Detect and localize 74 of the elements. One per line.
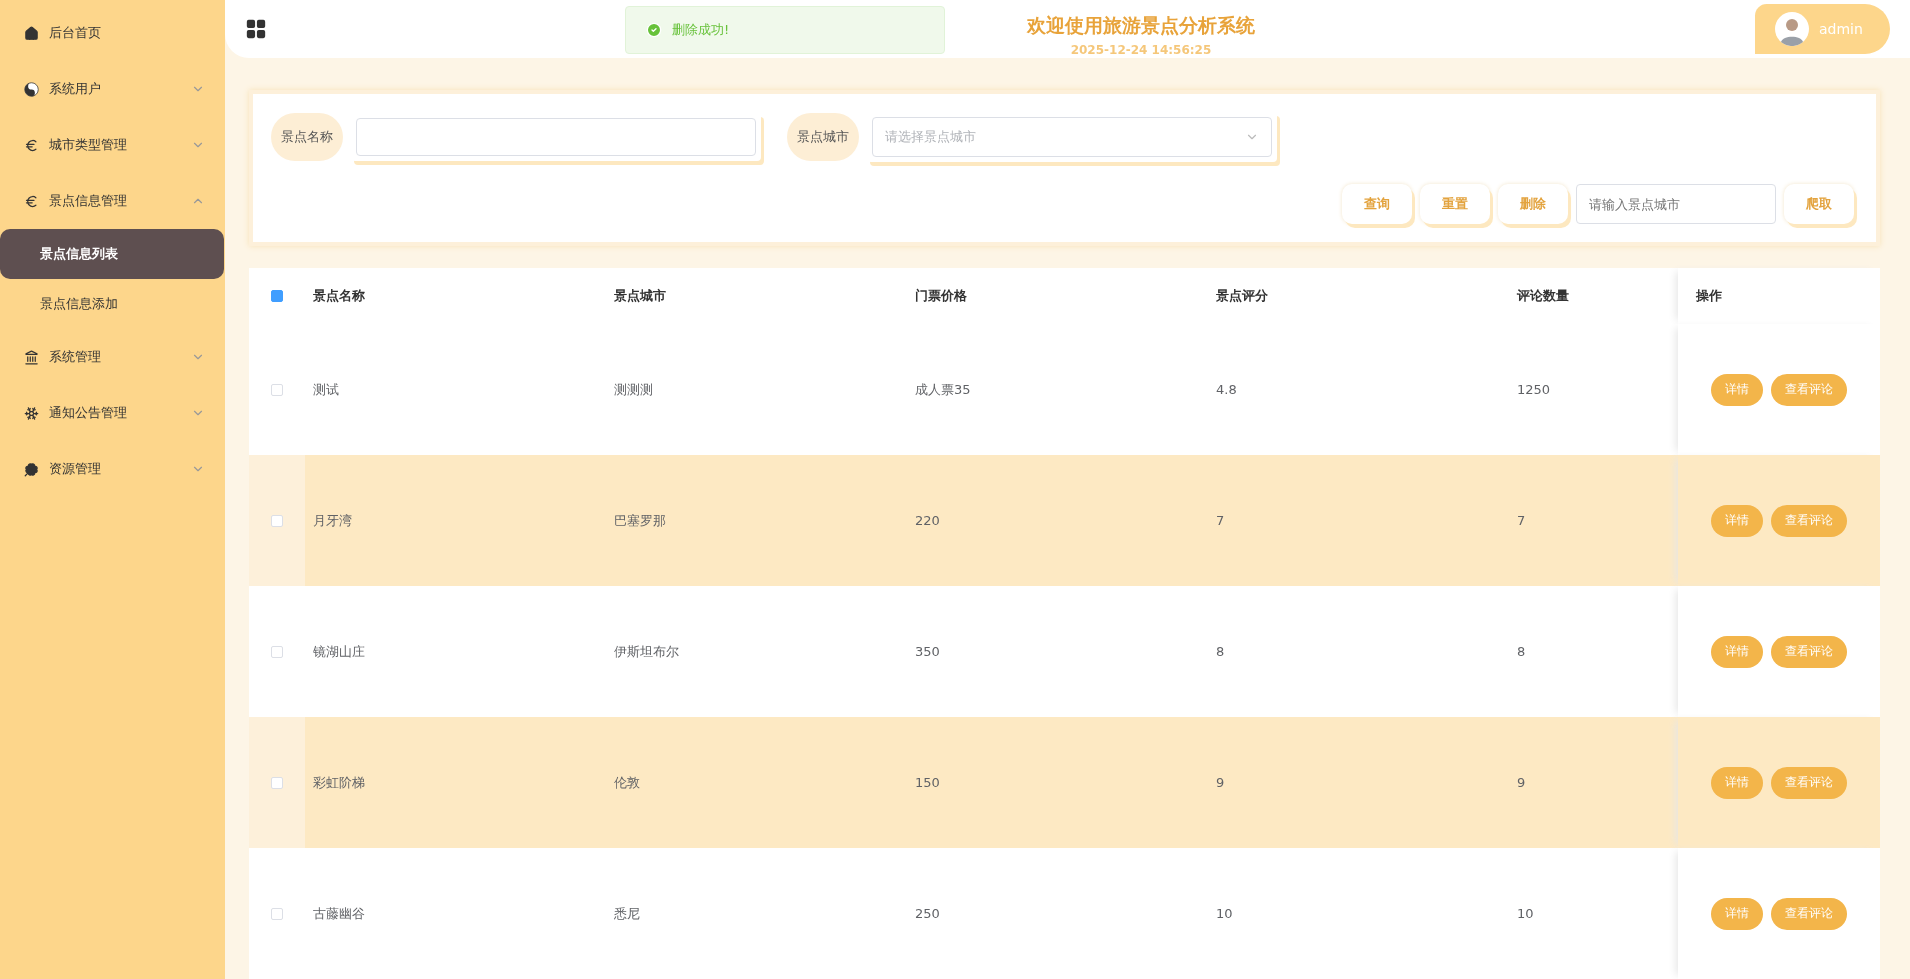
comments-button[interactable]: 查看评论 [1771, 373, 1847, 406]
table-cell-text: 伊斯坦布尔 [613, 642, 680, 661]
sidebar-item[interactable]: 资源管理 [0, 441, 225, 497]
sidebar-item[interactable]: 城市类型管理 [0, 117, 225, 173]
yin-yang-icon [24, 81, 39, 97]
sidebar-item[interactable]: 系统用户 [0, 61, 225, 117]
table-cell-text: 镜湖山庄 [312, 642, 366, 661]
table-cell-text: 350 [914, 644, 941, 659]
row-checkbox[interactable] [271, 907, 283, 920]
details-button[interactable]: 详情 [1711, 766, 1763, 799]
sidebar-subitem[interactable]: 景点信息添加 [0, 279, 224, 329]
details-button[interactable]: 详情 [1711, 897, 1763, 930]
row-checkbox[interactable] [271, 514, 283, 527]
row-checkbox[interactable] [271, 776, 283, 789]
table-cell-text: 220 [914, 513, 941, 528]
table-cell-text: 伦敦 [613, 773, 641, 792]
sidebar-item[interactable]: 通知公告管理 [0, 385, 225, 441]
table-cell-text: 8 [1516, 644, 1527, 659]
page-title: 欢迎使用旅游景点分析系统 [1027, 13, 1255, 38]
column-header: 评论数量 [1516, 287, 1570, 305]
table-cell-text: 9 [1215, 775, 1226, 790]
details-button[interactable]: 详情 [1711, 635, 1763, 668]
table-cell-text: 250 [914, 906, 941, 921]
column-header: 景点名称 [312, 287, 366, 305]
table-cell-text: 古藤幽谷 [312, 904, 366, 923]
comments-button[interactable]: 查看评论 [1771, 897, 1847, 930]
details-button[interactable]: 详情 [1711, 504, 1763, 537]
details-button[interactable]: 详情 [1711, 373, 1763, 406]
table-cell-text: 彩虹阶梯 [312, 773, 366, 792]
menu-icon[interactable] [245, 18, 267, 40]
column-header: 景点评分 [1215, 287, 1269, 305]
table-cell-text: 10 [1215, 906, 1234, 921]
comments-button[interactable]: 查看评论 [1771, 766, 1847, 799]
row-checkbox[interactable] [271, 383, 283, 396]
column-header: 景点城市 [613, 287, 667, 305]
euro-icon [24, 193, 39, 209]
column-header: 操作 [1695, 287, 1722, 305]
sidebar-item[interactable]: 后台首页 [0, 5, 225, 61]
table-cell-text: 成人票35 [914, 380, 972, 399]
select-all-checkbox[interactable] [271, 290, 283, 302]
comments-button[interactable]: 查看评论 [1771, 504, 1847, 537]
euro-icon [24, 137, 39, 153]
columns-icon [24, 349, 39, 365]
datetime-text: 2025-12-24 14:56:25 [1070, 43, 1212, 57]
home-icon [24, 25, 39, 41]
check-icon [646, 22, 662, 38]
city-select[interactable]: 请选择景点城市 [872, 117, 1272, 157]
table-cell-text: 1250 [1516, 382, 1552, 397]
sidebar-subitem[interactable]: 景点信息列表 [0, 229, 224, 279]
field-label: 景点名称 [271, 113, 343, 161]
table-cell-text: 10 [1516, 906, 1535, 921]
table-cell-text: 7 [1516, 513, 1527, 528]
row-checkbox[interactable] [271, 645, 283, 658]
avatar [1775, 12, 1809, 46]
table-cell-text: 月牙湾 [312, 511, 353, 530]
sidebar-item[interactable]: 景点信息管理 [0, 173, 225, 229]
table-cell-text: 测试 [312, 380, 340, 399]
table-cell-text: 悉尼 [613, 904, 641, 923]
user-badge[interactable]: admin [1755, 4, 1890, 54]
snowflake-icon [24, 405, 39, 421]
table-cell-text: 7 [1215, 513, 1226, 528]
table-cell-text: 9 [1516, 775, 1527, 790]
city-input[interactable]: 请输入景点城市 [1576, 184, 1776, 224]
comments-button[interactable]: 查看评论 [1771, 635, 1847, 668]
table-cell-text: 4.8 [1215, 382, 1238, 397]
table-cell-text: 150 [914, 775, 941, 790]
field-label: 景点城市 [787, 113, 859, 161]
toast-message: 删除成功! [672, 21, 730, 39]
table-cell-text: 8 [1215, 644, 1226, 659]
sidebar-item[interactable]: 系统管理 [0, 329, 225, 385]
name-input[interactable] [356, 118, 756, 156]
table-cell-text: 巴塞罗那 [613, 511, 667, 530]
column-header: 门票价格 [914, 287, 968, 305]
table-cell-text: 测测测 [613, 380, 654, 399]
